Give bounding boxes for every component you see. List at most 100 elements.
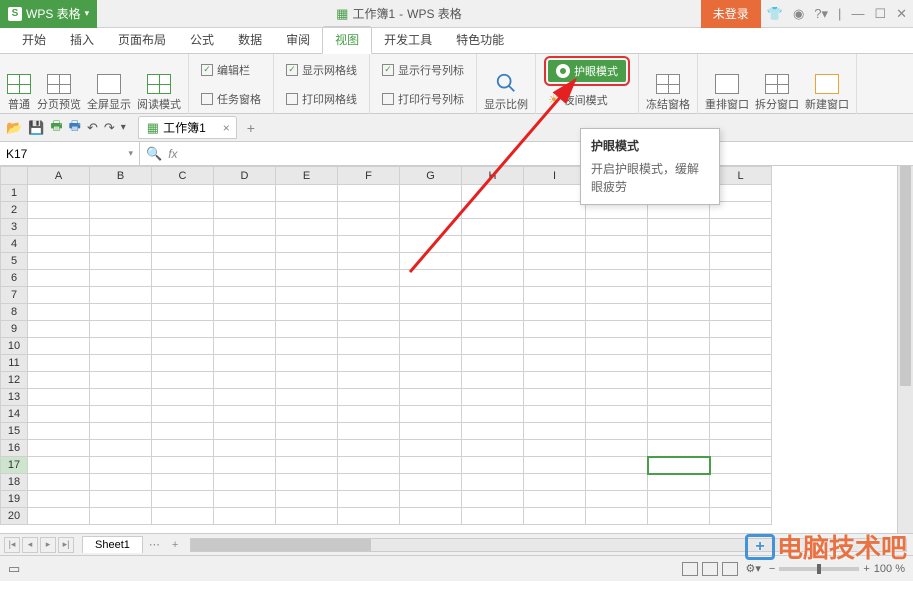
cell[interactable]: [28, 304, 90, 321]
column-header[interactable]: I: [524, 167, 586, 185]
cell[interactable]: [214, 253, 276, 270]
cell[interactable]: [28, 338, 90, 355]
cell[interactable]: [90, 406, 152, 423]
cell[interactable]: [648, 423, 710, 440]
cell[interactable]: [152, 287, 214, 304]
cell[interactable]: [524, 406, 586, 423]
cell[interactable]: [90, 321, 152, 338]
tab-page-layout[interactable]: 页面布局: [106, 27, 178, 53]
cell[interactable]: [276, 202, 338, 219]
cell[interactable]: [338, 355, 400, 372]
zoom-slider[interactable]: [779, 567, 859, 571]
cell[interactable]: [152, 457, 214, 474]
fx-label[interactable]: fx: [168, 147, 177, 161]
cell[interactable]: [524, 457, 586, 474]
cell[interactable]: [152, 219, 214, 236]
undo-icon[interactable]: ↶: [87, 120, 98, 136]
check-print-gridlines[interactable]: 打印网格线: [286, 91, 357, 107]
help-icon[interactable]: ?▾: [814, 6, 828, 22]
cell[interactable]: [90, 355, 152, 372]
eye-protection-button[interactable]: 护眼模式: [548, 60, 626, 82]
cell[interactable]: [28, 202, 90, 219]
cell[interactable]: [338, 219, 400, 236]
redo-icon[interactable]: ↷: [104, 120, 115, 136]
cell[interactable]: [710, 287, 772, 304]
cell[interactable]: [214, 185, 276, 202]
cell[interactable]: [90, 474, 152, 491]
cell[interactable]: [462, 287, 524, 304]
column-header[interactable]: G: [400, 167, 462, 185]
cell[interactable]: [462, 253, 524, 270]
cell[interactable]: [214, 440, 276, 457]
tab-review[interactable]: 审阅: [274, 27, 322, 53]
cell[interactable]: [648, 440, 710, 457]
cell[interactable]: [462, 406, 524, 423]
cell[interactable]: [462, 185, 524, 202]
freeze-panes-button[interactable]: 冻结窗格: [643, 56, 693, 112]
tab-formulas[interactable]: 公式: [178, 27, 226, 53]
view-normal-button[interactable]: 普通: [4, 56, 34, 112]
cell[interactable]: [400, 406, 462, 423]
cell[interactable]: [524, 338, 586, 355]
cell[interactable]: [28, 372, 90, 389]
cell[interactable]: [462, 236, 524, 253]
row-header[interactable]: 5: [1, 253, 28, 270]
cell[interactable]: [586, 372, 648, 389]
print-icon[interactable]: 🖶: [50, 117, 62, 139]
cell[interactable]: [710, 253, 772, 270]
cell[interactable]: [90, 202, 152, 219]
tab-start[interactable]: 开始: [10, 27, 58, 53]
cell[interactable]: [710, 321, 772, 338]
cell[interactable]: [710, 236, 772, 253]
view-fullscreen-button[interactable]: 全屏显示: [84, 56, 134, 112]
new-window-button[interactable]: 新建窗口: [802, 56, 852, 112]
name-box[interactable]: K17 ▾: [0, 142, 140, 166]
sheet-tab[interactable]: Sheet1: [82, 536, 143, 553]
cell[interactable]: [710, 423, 772, 440]
login-button[interactable]: 未登录: [701, 0, 761, 28]
cell[interactable]: [648, 270, 710, 287]
column-header[interactable]: F: [338, 167, 400, 185]
maximize-button[interactable]: ☐: [874, 6, 886, 22]
cell[interactable]: [400, 219, 462, 236]
cell[interactable]: [276, 423, 338, 440]
cell[interactable]: [710, 457, 772, 474]
cell[interactable]: [214, 406, 276, 423]
sheet-nav-prev[interactable]: ◂: [22, 537, 38, 553]
check-edit-bar[interactable]: ✓编辑栏: [201, 62, 261, 78]
cell[interactable]: [586, 440, 648, 457]
cell[interactable]: [462, 321, 524, 338]
cell[interactable]: [90, 457, 152, 474]
row-header[interactable]: 13: [1, 389, 28, 406]
cell[interactable]: [400, 270, 462, 287]
row-header[interactable]: 12: [1, 372, 28, 389]
row-header[interactable]: 20: [1, 508, 28, 525]
cell[interactable]: [214, 474, 276, 491]
more-icon[interactable]: ▾: [121, 122, 126, 133]
cell[interactable]: [462, 457, 524, 474]
add-tab-button[interactable]: +: [241, 120, 261, 136]
cell[interactable]: [90, 440, 152, 457]
cell[interactable]: [462, 440, 524, 457]
add-sheet-button[interactable]: +: [166, 539, 184, 551]
cell[interactable]: [28, 474, 90, 491]
cell[interactable]: [338, 423, 400, 440]
cell[interactable]: [338, 406, 400, 423]
cell[interactable]: [338, 202, 400, 219]
cell[interactable]: [462, 304, 524, 321]
row-header[interactable]: 1: [1, 185, 28, 202]
cell[interactable]: [524, 389, 586, 406]
cell[interactable]: [90, 304, 152, 321]
cell[interactable]: [524, 474, 586, 491]
cell[interactable]: [648, 406, 710, 423]
minimize-button[interactable]: —: [851, 6, 864, 21]
cell[interactable]: [276, 253, 338, 270]
cell[interactable]: [586, 219, 648, 236]
cell[interactable]: [524, 372, 586, 389]
cell[interactable]: [28, 355, 90, 372]
cell[interactable]: [214, 355, 276, 372]
row-header[interactable]: 9: [1, 321, 28, 338]
cell[interactable]: [276, 491, 338, 508]
split-window-button[interactable]: 拆分窗口: [752, 56, 802, 112]
cell[interactable]: [648, 321, 710, 338]
